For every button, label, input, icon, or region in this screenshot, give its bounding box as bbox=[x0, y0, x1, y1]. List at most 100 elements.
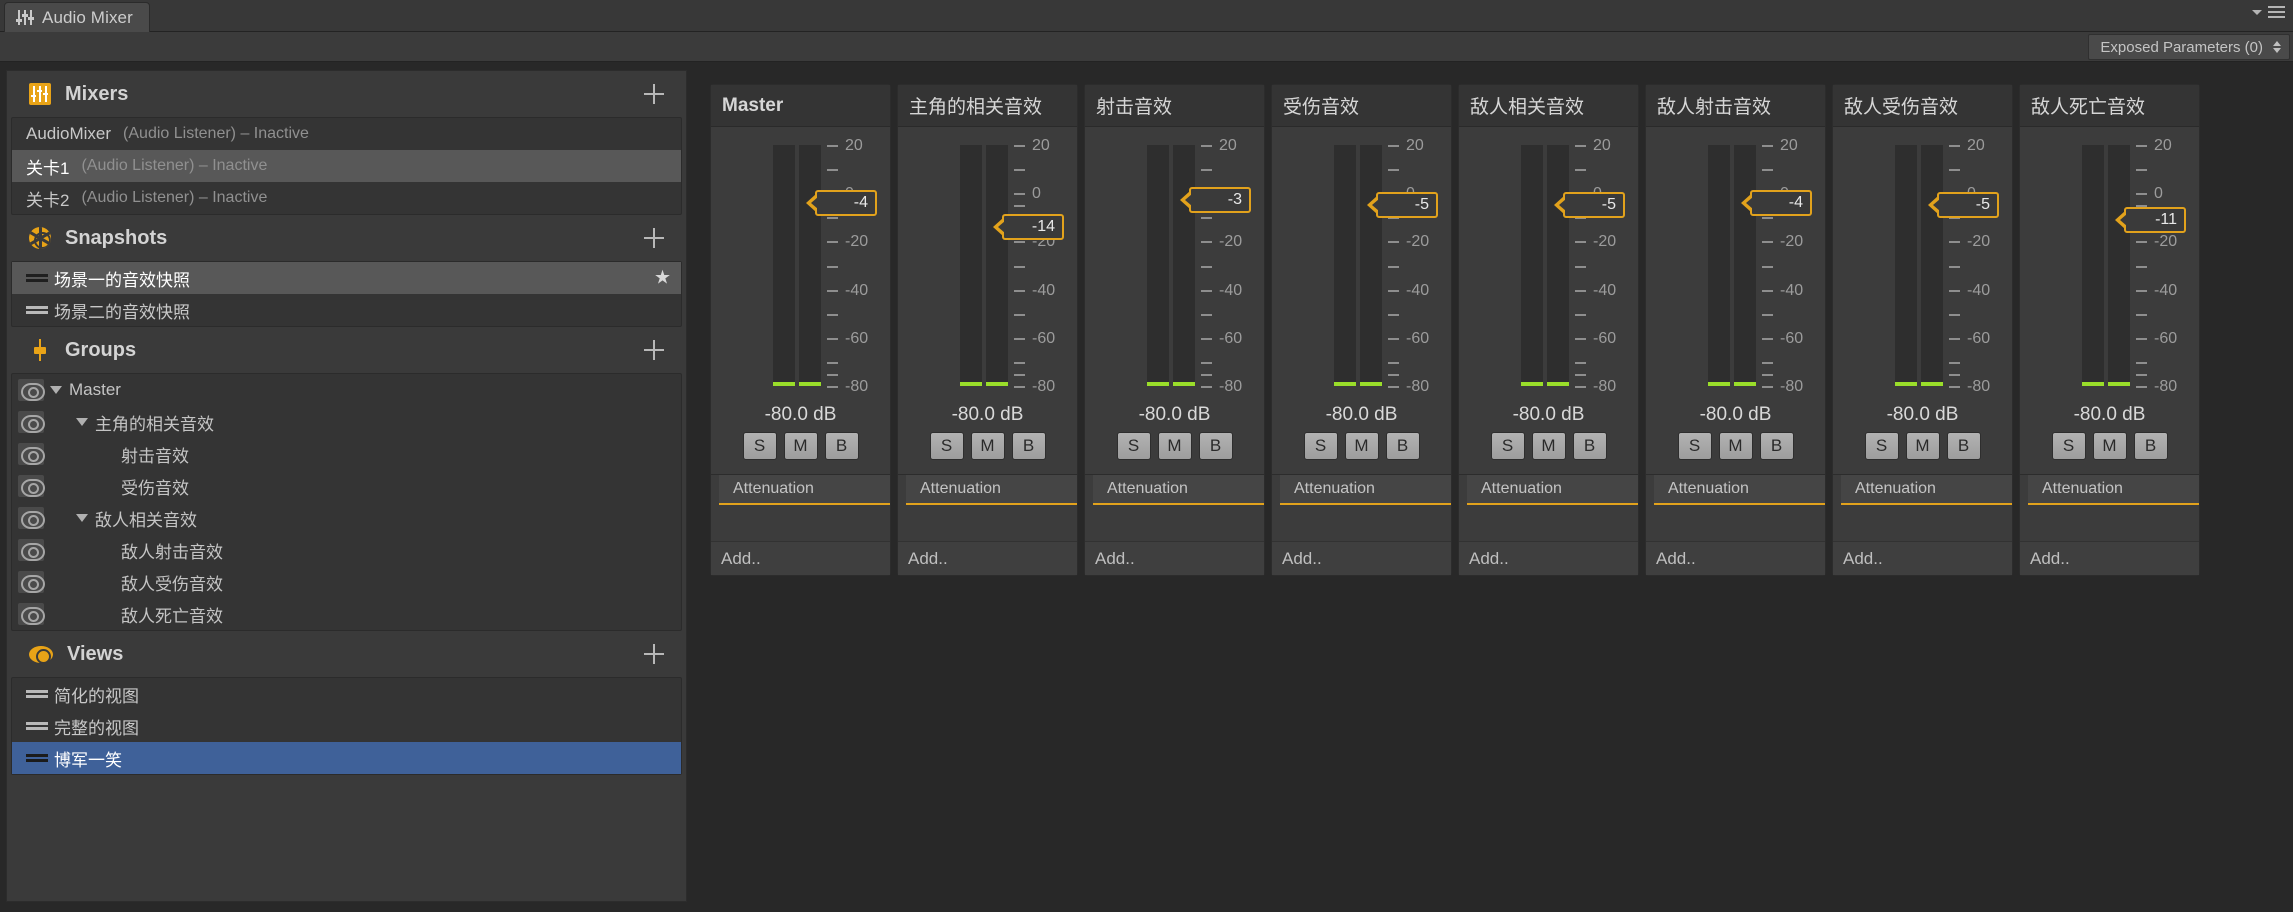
expand-caret-icon[interactable] bbox=[76, 418, 88, 426]
add-snapshot-button[interactable] bbox=[644, 228, 664, 248]
effect-slot-attenuation[interactable]: Attenuation bbox=[2028, 475, 2199, 505]
add-effect-button[interactable]: Add.. bbox=[2020, 541, 2199, 575]
volume-fader-handle[interactable]: -5 bbox=[1563, 192, 1625, 218]
mixer-strip[interactable]: 敌人死亡音效200-20-40-60-80-11-80.0 dBSMBAtten… bbox=[2019, 84, 2200, 576]
solo-button[interactable]: S bbox=[1117, 432, 1151, 460]
hamburger-menu-icon[interactable] bbox=[2268, 6, 2285, 18]
effect-slot-attenuation[interactable]: Attenuation bbox=[1280, 475, 1451, 505]
volume-fader-handle[interactable]: -5 bbox=[1937, 192, 1999, 218]
strip-header[interactable]: 受伤音效 bbox=[1272, 85, 1451, 127]
strip-header[interactable]: 射击音效 bbox=[1085, 85, 1264, 127]
solo-button[interactable]: S bbox=[1678, 432, 1712, 460]
effect-slot-attenuation[interactable]: Attenuation bbox=[1841, 475, 2012, 505]
volume-fader-handle[interactable]: -5 bbox=[1376, 192, 1438, 218]
mixer-list-item[interactable]: 关卡2(Audio Listener) – Inactive bbox=[12, 182, 681, 214]
effect-slot-attenuation[interactable]: Attenuation bbox=[906, 475, 1077, 505]
add-effect-button[interactable]: Add.. bbox=[1085, 541, 1264, 575]
add-effect-button[interactable]: Add.. bbox=[1272, 541, 1451, 575]
view-list-item[interactable]: 简化的视图 bbox=[12, 678, 681, 710]
mixer-list-item[interactable]: 关卡1(Audio Listener) – Inactive bbox=[12, 150, 681, 182]
view-list-item[interactable]: 博军一笑 bbox=[12, 742, 681, 774]
volume-fader-handle[interactable]: -4 bbox=[1750, 190, 1812, 216]
group-tree-row[interactable]: 敌人死亡音效 bbox=[12, 598, 681, 630]
volume-fader-handle[interactable]: -11 bbox=[2124, 207, 2186, 233]
bypass-button[interactable]: B bbox=[1386, 432, 1420, 460]
volume-fader-handle[interactable]: -4 bbox=[815, 190, 877, 216]
mixer-strip[interactable]: 主角的相关音效200-20-40-60-80-14-80.0 dBSMBAtte… bbox=[897, 84, 1078, 576]
group-visibility-eye-icon[interactable] bbox=[18, 475, 44, 497]
exposed-parameters-button[interactable]: Exposed Parameters (0) bbox=[2088, 34, 2290, 60]
group-visibility-eye-icon[interactable] bbox=[18, 379, 44, 401]
add-effect-button[interactable]: Add.. bbox=[1646, 541, 1825, 575]
tab-audio-mixer[interactable]: Audio Mixer bbox=[4, 2, 150, 32]
drag-handle-icon[interactable] bbox=[26, 720, 48, 732]
group-tree-row[interactable]: Master bbox=[12, 374, 681, 406]
solo-button[interactable]: S bbox=[743, 432, 777, 460]
mute-button[interactable]: M bbox=[1719, 432, 1753, 460]
group-visibility-eye-icon[interactable] bbox=[18, 539, 44, 561]
mute-button[interactable]: M bbox=[2093, 432, 2127, 460]
group-visibility-eye-icon[interactable] bbox=[18, 443, 44, 465]
volume-fader-handle[interactable]: -14 bbox=[1002, 214, 1064, 240]
group-visibility-eye-icon[interactable] bbox=[18, 571, 44, 593]
mixer-strip[interactable]: 射击音效200-20-40-60-80-3-80.0 dBSMBAttenuat… bbox=[1084, 84, 1265, 576]
solo-button[interactable]: S bbox=[1304, 432, 1338, 460]
effect-slot-attenuation[interactable]: Attenuation bbox=[1654, 475, 1825, 505]
bypass-button[interactable]: B bbox=[825, 432, 859, 460]
strip-header[interactable]: Master bbox=[711, 85, 890, 127]
mixer-strip[interactable]: 敌人射击音效200-20-40-60-80-4-80.0 dBSMBAttenu… bbox=[1645, 84, 1826, 576]
expand-caret-icon[interactable] bbox=[50, 386, 62, 394]
solo-button[interactable]: S bbox=[2052, 432, 2086, 460]
drag-handle-icon[interactable] bbox=[26, 304, 48, 316]
solo-button[interactable]: S bbox=[1865, 432, 1899, 460]
solo-button[interactable]: S bbox=[1491, 432, 1525, 460]
group-tree-row[interactable]: 射击音效 bbox=[12, 438, 681, 470]
add-effect-button[interactable]: Add.. bbox=[1459, 541, 1638, 575]
add-effect-button[interactable]: Add.. bbox=[898, 541, 1077, 575]
mute-button[interactable]: M bbox=[784, 432, 818, 460]
mixer-list-item[interactable]: AudioMixer(Audio Listener) – Inactive bbox=[12, 118, 681, 150]
add-effect-button[interactable]: Add.. bbox=[711, 541, 890, 575]
add-view-button[interactable] bbox=[644, 644, 664, 664]
solo-button[interactable]: S bbox=[930, 432, 964, 460]
group-tree-row[interactable]: 受伤音效 bbox=[12, 470, 681, 502]
strip-header[interactable]: 敌人射击音效 bbox=[1646, 85, 1825, 127]
bypass-button[interactable]: B bbox=[1573, 432, 1607, 460]
bypass-button[interactable]: B bbox=[1012, 432, 1046, 460]
snapshot-list-item[interactable]: 场景一的音效快照★ bbox=[12, 262, 681, 294]
mixer-strip[interactable]: 受伤音效200-20-40-60-80-5-80.0 dBSMBAttenuat… bbox=[1271, 84, 1452, 576]
group-tree-row[interactable]: 敌人受伤音效 bbox=[12, 566, 681, 598]
strip-header[interactable]: 敌人死亡音效 bbox=[2020, 85, 2199, 127]
mixer-strip[interactable]: 敌人相关音效200-20-40-60-80-5-80.0 dBSMBAttenu… bbox=[1458, 84, 1639, 576]
drag-handle-icon[interactable] bbox=[26, 272, 48, 284]
add-effect-button[interactable]: Add.. bbox=[1833, 541, 2012, 575]
drag-handle-icon[interactable] bbox=[26, 688, 48, 700]
group-visibility-eye-icon[interactable] bbox=[18, 411, 44, 433]
effect-slot-attenuation[interactable]: Attenuation bbox=[1467, 475, 1638, 505]
snapshot-list-item[interactable]: 场景二的音效快照 bbox=[12, 294, 681, 326]
strip-header[interactable]: 敌人受伤音效 bbox=[1833, 85, 2012, 127]
bypass-button[interactable]: B bbox=[1947, 432, 1981, 460]
strip-header[interactable]: 敌人相关音效 bbox=[1459, 85, 1638, 127]
expand-caret-icon[interactable] bbox=[76, 514, 88, 522]
bypass-button[interactable]: B bbox=[1199, 432, 1233, 460]
effect-slot-attenuation[interactable]: Attenuation bbox=[1093, 475, 1264, 505]
drag-handle-icon[interactable] bbox=[26, 752, 48, 764]
chevron-down-icon[interactable] bbox=[2252, 10, 2262, 15]
bypass-button[interactable]: B bbox=[1760, 432, 1794, 460]
mixer-strip[interactable]: 敌人受伤音效200-20-40-60-80-5-80.0 dBSMBAttenu… bbox=[1832, 84, 2013, 576]
strip-header[interactable]: 主角的相关音效 bbox=[898, 85, 1077, 127]
add-group-button[interactable] bbox=[644, 340, 664, 360]
group-tree-row[interactable]: 敌人相关音效 bbox=[12, 502, 681, 534]
mute-button[interactable]: M bbox=[971, 432, 1005, 460]
mute-button[interactable]: M bbox=[1345, 432, 1379, 460]
mute-button[interactable]: M bbox=[1158, 432, 1192, 460]
effect-slot-attenuation[interactable]: Attenuation bbox=[719, 475, 890, 505]
mixer-strip[interactable]: Master200-20-40-60-80-4-80.0 dBSMBAttenu… bbox=[710, 84, 891, 576]
group-tree-row[interactable]: 敌人射击音效 bbox=[12, 534, 681, 566]
default-snapshot-star-icon[interactable]: ★ bbox=[654, 267, 671, 290]
group-visibility-eye-icon[interactable] bbox=[18, 603, 44, 625]
add-mixer-button[interactable] bbox=[644, 84, 664, 104]
mute-button[interactable]: M bbox=[1906, 432, 1940, 460]
volume-fader-handle[interactable]: -3 bbox=[1189, 187, 1251, 213]
